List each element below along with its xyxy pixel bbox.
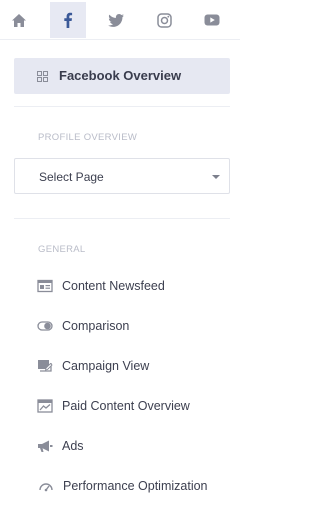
home-icon: [12, 13, 26, 27]
chevron-down-icon: [212, 175, 220, 179]
nav-item-performance-optimization[interactable]: Performance Optimization: [14, 472, 230, 500]
profile-overview-heading: PROFILE OVERVIEW: [38, 132, 138, 143]
nav-item-label: Performance Optimization: [63, 479, 208, 493]
select-page-value: Select Page: [39, 170, 104, 184]
nav-item-label: Comparison: [62, 319, 130, 333]
tab-twitter[interactable]: [98, 2, 134, 38]
tab-youtube[interactable]: [194, 2, 230, 38]
nav-item-label: Campaign View: [62, 359, 150, 373]
nav-item-label: Content Newsfeed: [62, 279, 165, 293]
general-heading: GENERAL: [38, 244, 86, 255]
nav-item-label: Ads: [62, 439, 84, 453]
newsfeed-icon: [37, 279, 53, 293]
gauge-icon: [39, 483, 53, 492]
nav-item-content-newsfeed[interactable]: Content Newsfeed: [14, 272, 230, 300]
youtube-icon: [204, 14, 220, 26]
tab-facebook[interactable]: [50, 2, 86, 38]
nav-item-comparison[interactable]: Comparison: [14, 312, 230, 340]
grid-icon: [37, 71, 48, 82]
instagram-icon: [156, 12, 172, 28]
twitter-icon: [108, 13, 124, 27]
comparison-icon: [37, 321, 53, 331]
megaphone-icon: [38, 440, 53, 452]
nav-item-label: Paid Content Overview: [62, 399, 190, 413]
tab-instagram[interactable]: [146, 2, 182, 38]
facebook-overview-button[interactable]: Facebook Overview: [14, 58, 230, 94]
social-tab-bar: [0, 0, 240, 40]
campaign-icon: [38, 360, 53, 372]
tab-home[interactable]: [1, 2, 37, 38]
select-page-dropdown[interactable]: Select Page: [14, 158, 230, 194]
divider: [14, 106, 230, 107]
facebook-overview-label: Facebook Overview: [59, 68, 182, 83]
divider: [14, 218, 230, 219]
facebook-icon: [64, 12, 73, 28]
nav-item-campaign-view[interactable]: Campaign View: [14, 352, 230, 380]
paid-content-icon: [37, 399, 53, 413]
nav-item-ads[interactable]: Ads: [14, 432, 230, 460]
nav-item-paid-content-overview[interactable]: Paid Content Overview: [14, 392, 230, 420]
